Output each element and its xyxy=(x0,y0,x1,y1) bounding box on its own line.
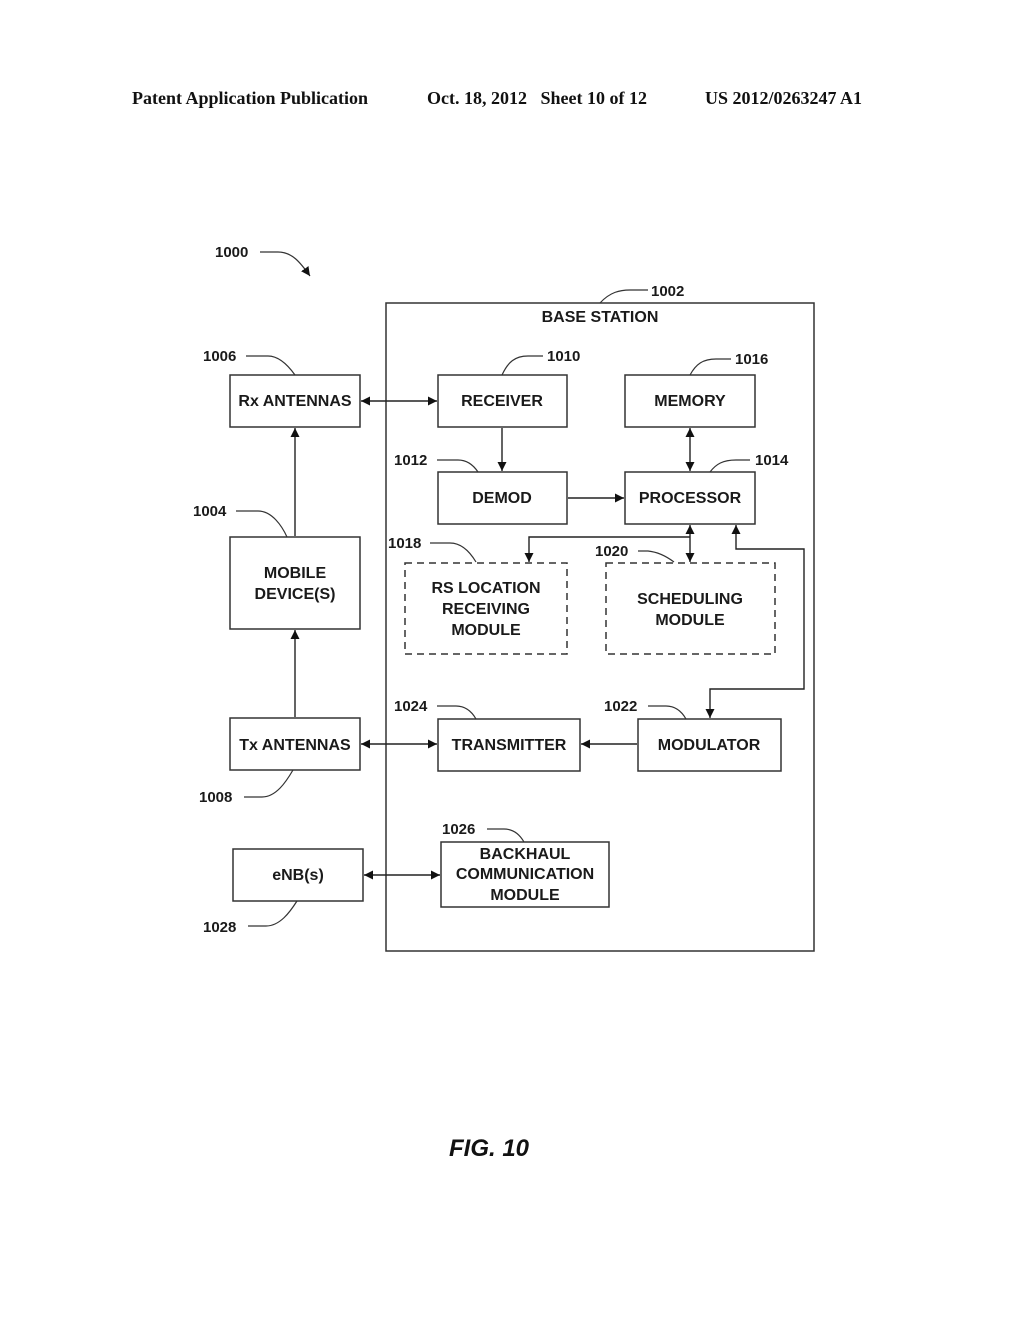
enbs-label: eNB(s) xyxy=(272,867,324,884)
backhaul-label-line1: BACKHAUL xyxy=(480,846,571,863)
tx-antennas-leader xyxy=(244,769,294,798)
figure-caption: FIG. 10 xyxy=(449,1135,530,1162)
mobile-devices-label-line2: DEVICE(S) xyxy=(255,586,336,603)
modulator-ref: 1022 xyxy=(604,698,637,715)
enbs-block: eNB(s) xyxy=(232,848,364,902)
receiver-block: RECEIVER xyxy=(437,374,568,428)
receiver-ref: 1010 xyxy=(547,348,580,365)
tx-antennas-label: Tx ANTENNAS xyxy=(239,737,351,754)
memory-label: MEMORY xyxy=(654,393,726,410)
block-diagram: 1000 BASE STATION 1002 Rx ANTENNAS 1006 … xyxy=(193,244,815,1162)
modulator-block: MODULATOR xyxy=(637,718,782,772)
scheduling-ref: 1020 xyxy=(595,543,628,560)
transmitter-block: TRANSMITTER xyxy=(437,718,581,772)
rx-antennas-ref: 1006 xyxy=(203,348,236,365)
tx-antennas-ref: 1008 xyxy=(199,789,232,806)
modulator-label: MODULATOR xyxy=(658,737,761,754)
enbs-ref: 1028 xyxy=(203,919,236,936)
scheduling-module-block: SCHEDULING MODULE xyxy=(605,562,776,655)
demod-ref: 1012 xyxy=(394,452,427,469)
mobile-devices-block: MOBILE DEVICE(S) xyxy=(229,536,361,630)
figure-ref-arrow xyxy=(260,251,311,277)
rs-location-ref: 1018 xyxy=(388,535,421,552)
rx-antennas-leader xyxy=(246,355,296,376)
rx-antennas-block: Rx ANTENNAS xyxy=(229,374,361,428)
rx-antennas-label: Rx ANTENNAS xyxy=(238,393,352,410)
tx-antennas-block: Tx ANTENNAS xyxy=(229,717,361,771)
memory-ref: 1016 xyxy=(735,351,768,368)
base-station-leader xyxy=(599,289,648,304)
demod-label: DEMOD xyxy=(472,490,532,507)
demod-block: DEMOD xyxy=(437,471,568,525)
backhaul-label-line2: COMMUNICATION xyxy=(456,866,594,883)
processor-ref: 1014 xyxy=(755,452,789,469)
mobile-devices-label-line1: MOBILE xyxy=(264,565,327,582)
memory-block: MEMORY xyxy=(624,374,756,428)
transmitter-ref: 1024 xyxy=(394,698,428,715)
enbs-leader xyxy=(248,900,298,927)
receiver-label: RECEIVER xyxy=(461,393,543,410)
processor-block: PROCESSOR xyxy=(624,471,756,525)
mobile-devices-leader xyxy=(236,510,288,538)
base-station-ref: 1002 xyxy=(651,283,684,300)
rs-location-label-line1: RS LOCATION xyxy=(431,580,540,597)
backhaul-ref: 1026 xyxy=(442,821,475,838)
rs-location-receiving-module-block: RS LOCATION RECEIVING MODULE xyxy=(404,562,568,655)
base-station-label: BASE STATION xyxy=(542,309,659,326)
processor-label: PROCESSOR xyxy=(639,490,742,507)
scheduling-label-line2: MODULE xyxy=(655,612,725,629)
backhaul-communication-module-block: BACKHAUL COMMUNICATION MODULE xyxy=(440,841,610,908)
mobile-devices-ref: 1004 xyxy=(193,503,227,520)
rs-location-label-line2: RECEIVING xyxy=(442,601,530,618)
backhaul-label-line3: MODULE xyxy=(490,887,560,904)
rs-location-label-line3: MODULE xyxy=(451,622,521,639)
transmitter-label: TRANSMITTER xyxy=(452,737,567,754)
figure-ref: 1000 xyxy=(215,244,248,261)
scheduling-label-line1: SCHEDULING xyxy=(637,591,743,608)
